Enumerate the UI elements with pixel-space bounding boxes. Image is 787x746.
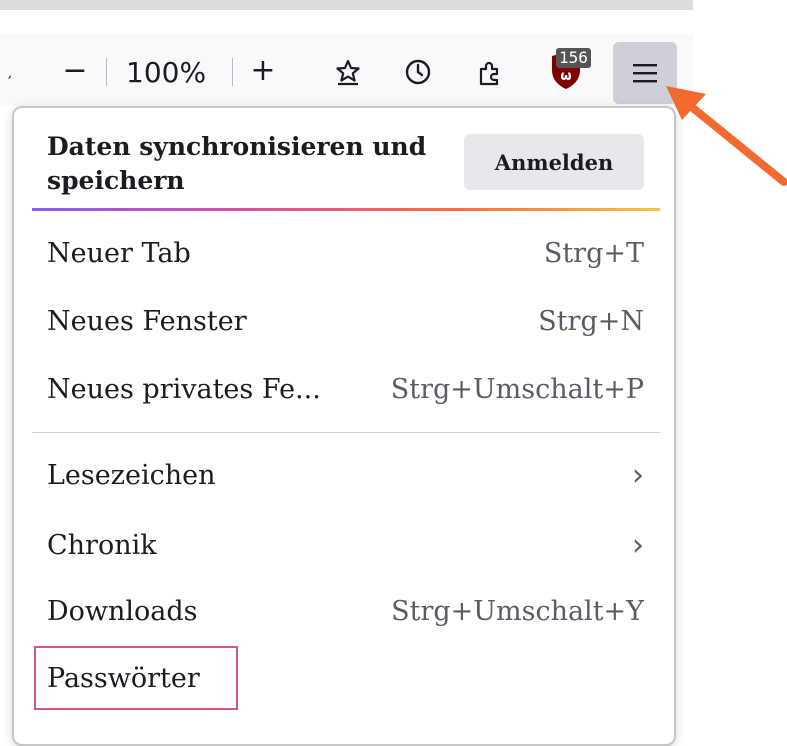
menu-item-shortcut: Strg+Umschalt+Y [391,595,644,627]
menu-item-history[interactable]: Chronik › [32,512,660,578]
menu-item-new-private-window[interactable]: Neues privates Fe... Strg+Umschalt+P [32,356,660,422]
navigation-toolbar: , − 100% + ω 156 [0,34,693,106]
menu-item-downloads[interactable]: Downloads Strg+Umschalt+Y [32,578,660,644]
menu-item-new-window[interactable]: Neues Fenster Strg+N [32,288,660,354]
menu-item-shortcut: Strg+T [543,237,644,269]
menu-item-bookmarks[interactable]: Lesezeichen › [32,442,660,508]
extension-badge-count: 156 [556,48,591,68]
history-clock-icon[interactable] [400,54,436,90]
toolbar-separator [232,58,233,86]
menu-item-label: Downloads [47,595,198,627]
menu-separator [32,432,660,433]
menu-item-label: Neuer Tab [47,237,191,269]
menu-item-label: Chronik [47,529,157,561]
bookmarks-star-icon[interactable] [330,54,366,90]
extensions-puzzle-icon[interactable] [472,54,508,90]
menu-item-label: Lesezeichen [47,459,216,491]
menu-item-label: Neues Fenster [47,305,247,337]
sync-title: Daten synchronisieren und speichern [47,132,427,195]
hamburger-icon [633,64,657,83]
zoom-in-button[interactable]: + [246,52,280,88]
toolbar-separator [106,58,107,86]
highlight-box [34,646,238,710]
menu-item-shortcut: Strg+Umschalt+P [390,373,644,405]
menu-item-new-tab[interactable]: Neuer Tab Strg+T [32,220,660,286]
tab-strip [0,0,693,34]
annotation-arrow-icon [666,86,787,186]
chevron-right-icon: › [632,527,644,563]
menu-item-label: Neues privates Fe... [47,373,321,405]
sync-divider [32,208,660,211]
overflow-dot: , [7,65,13,81]
chevron-right-icon: › [632,457,644,493]
zoom-reset-button[interactable]: 100% [126,56,206,89]
menu-item-shortcut: Strg+N [538,305,644,337]
signin-button[interactable]: Anmelden [464,134,644,190]
app-menu-panel: Daten synchronisieren und speichern Anme… [12,106,676,746]
svg-text:ω: ω [560,69,571,84]
zoom-out-button[interactable]: − [60,52,90,88]
